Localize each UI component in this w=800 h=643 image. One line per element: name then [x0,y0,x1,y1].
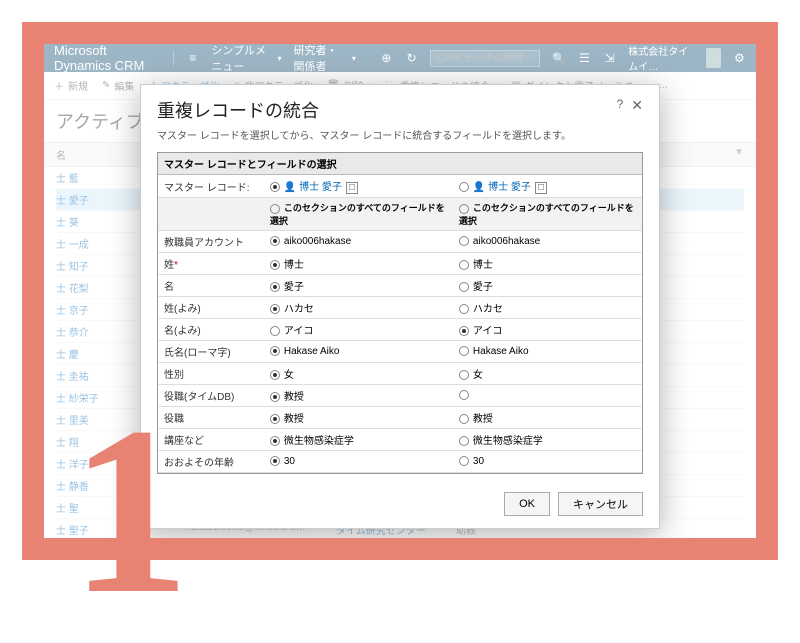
field-value-b[interactable]: アイコ [453,319,642,341]
radio-icon[interactable] [459,260,469,270]
decorative-number: 1 [70,390,190,630]
radio-icon[interactable] [459,436,469,446]
radio-icon[interactable] [270,304,280,314]
modal-title: 重複レコードの統合 [157,97,617,123]
field-value-b[interactable] [453,385,642,407]
field-value-a[interactable]: 博士 [264,253,453,275]
field-value-a[interactable]: 教授 [264,385,453,407]
radio-icon[interactable] [270,282,280,292]
radio-icon[interactable] [270,370,280,380]
field-value-a[interactable]: 教授 [264,407,453,429]
modal-subtitle: マスター レコードを選択してから、マスター レコードに統合するフィールドを選択し… [141,127,659,152]
field-value-b[interactable]: ハカセ [453,297,642,319]
field-label: 姓(よみ) [158,297,264,319]
field-label: 氏名(ローマ字) [158,341,264,363]
person-icon: 👤 [473,182,485,193]
field-value-b[interactable]: 30 [453,451,642,473]
field-value-a[interactable]: 微生物感染症学 [264,429,453,451]
radio-icon[interactable] [459,182,469,192]
lookup-icon[interactable]: ☐ [346,182,358,194]
radio-icon[interactable] [270,414,280,424]
select-all-b[interactable]: このセクションのすべてのフィールドを選択 [459,203,634,226]
radio-icon[interactable] [270,456,280,466]
lookup-icon[interactable]: ☐ [535,182,547,194]
radio-icon[interactable] [270,436,280,446]
field-label: 名 [158,275,264,297]
radio-icon[interactable] [270,236,280,246]
field-value-a[interactable]: アイコ [264,319,453,341]
field-value-b[interactable]: 教授 [453,407,642,429]
field-value-a[interactable]: 女 [264,363,453,385]
merge-modal: 重複レコードの統合 ? ✕ マスター レコードを選択してから、マスター レコード… [140,84,660,529]
field-value-b[interactable]: Hakase Aiko [453,341,642,363]
select-all-a[interactable]: このセクションのすべてのフィールドを選択 [270,203,445,226]
radio-icon[interactable] [270,260,280,270]
radio-icon[interactable] [459,236,469,246]
field-value-a[interactable]: 愛子 [264,275,453,297]
radio-icon[interactable] [459,282,469,292]
field-label: 名(よみ) [158,319,264,341]
radio-icon[interactable] [459,414,469,424]
person-icon: 👤 [284,182,296,193]
radio-icon[interactable] [270,392,280,402]
radio-icon[interactable] [270,326,280,336]
field-value-a[interactable]: aiko006hakase [264,231,453,253]
field-value-b[interactable]: aiko006hakase [453,231,642,253]
radio-icon[interactable] [459,204,469,214]
radio-icon[interactable] [270,182,280,192]
close-icon[interactable]: ✕ [631,97,643,114]
radio-icon[interactable] [459,370,469,380]
section-caption: マスター レコードとフィールドの選択 [158,153,642,175]
field-value-a[interactable]: 30 [264,451,453,473]
radio-icon[interactable] [270,204,280,214]
help-icon[interactable]: ? [617,97,624,111]
record-a-link[interactable]: 博士 愛子 [299,182,342,193]
field-label: 教職員アカウント [158,231,264,253]
field-value-b[interactable]: 博士 [453,253,642,275]
radio-icon[interactable] [459,456,469,466]
master-label: マスター レコード: [158,175,264,198]
field-value-a[interactable]: ハカセ [264,297,453,319]
radio-icon[interactable] [270,346,280,356]
record-b-link[interactable]: 博士 愛子 [488,182,531,193]
radio-icon[interactable] [459,326,469,336]
ok-button[interactable]: OK [504,492,550,516]
field-value-b[interactable]: 女 [453,363,642,385]
field-value-b[interactable]: 微生物感染症学 [453,429,642,451]
radio-icon[interactable] [459,304,469,314]
field-value-a[interactable]: Hakase Aiko [264,341,453,363]
field-label: 姓* [158,253,264,275]
radio-icon[interactable] [459,390,469,400]
radio-icon[interactable] [459,346,469,356]
field-value-b[interactable]: 愛子 [453,275,642,297]
cancel-button[interactable]: キャンセル [558,492,643,516]
